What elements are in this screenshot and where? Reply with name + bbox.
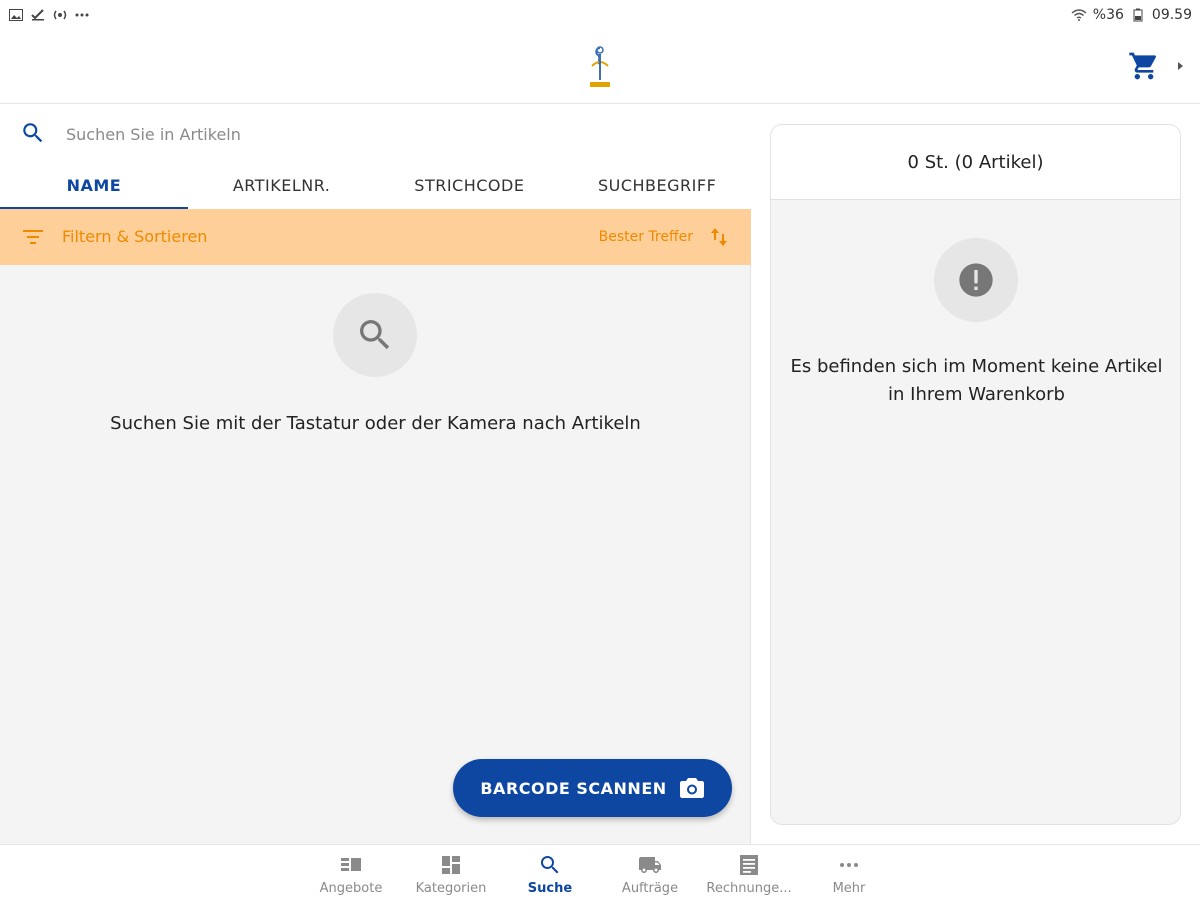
battery-icon [1130,8,1146,22]
search-icon [20,120,46,146]
nav-label: Mehr [832,881,866,896]
filter-sort-bar[interactable]: Filtern & Sortieren Bester Treffer [0,209,751,265]
clock: 09.59 [1151,7,1192,23]
cart-empty-line1: Es befinden sich im Moment keine Artikel [790,356,1163,377]
search-icon [541,856,559,874]
wifi-icon [1071,8,1087,22]
bottom-navigation: Angebote Kategorien Suche Aufträge Rechn… [0,844,1200,900]
search-input[interactable] [56,116,716,152]
search-mode-tabs: NAME ARTIKELNR. STRICHCODE SUCHBEGRIFF [0,162,751,209]
sort-order-label[interactable]: Bester Treffer [599,229,693,245]
nav-label: Kategorien [415,881,487,896]
overflow-notification-icon [74,8,90,22]
nav-label: Rechnunge... [706,881,792,896]
cart-panel: 0 St. (0 Artikel) Es befinden sich im Mo… [770,124,1181,825]
tab-name[interactable]: NAME [0,162,188,209]
nav-item-rechnungen[interactable]: Rechnunge... [699,849,799,899]
tab-strichcode[interactable]: STRICHCODE [376,162,564,209]
tab-suchbegriff[interactable]: SUCHBEGRIFF [563,162,751,209]
nav-label: Aufträge [621,881,679,896]
cart-empty-line2: in Ihrem Warenkorb [888,384,1065,405]
nav-label: Angebote [319,881,383,896]
nav-item-suche[interactable]: Suche [500,849,600,899]
cart-button[interactable] [1128,50,1160,82]
search-empty-state: Suchen Sie mit der Tastatur oder der Kam… [0,265,751,465]
nav-item-angebote[interactable]: Angebote [301,849,401,899]
image-notification-icon [8,8,24,22]
exclamation-icon [959,263,993,297]
nav-item-kategorien[interactable]: Kategorien [401,849,501,899]
cart-icon [1129,52,1157,80]
offers-icon [341,858,361,871]
search-bar [0,104,751,162]
battery-percent: %36 [1092,7,1124,23]
status-bar: %36 09.59 [0,0,1200,30]
categories-icon [442,856,460,874]
chevron-right-icon[interactable] [1174,58,1186,74]
cart-summary: 0 St. (0 Artikel) [771,125,1180,200]
barcode-scan-label: BARCODE SCANNEN [480,778,667,798]
magnifier-icon [360,320,390,350]
company-logo [586,44,614,90]
task-notification-icon [30,8,46,22]
status-right: %36 09.59 [1071,7,1192,23]
truck-icon [639,857,661,873]
broadcast-notification-icon [52,8,68,22]
app-bar [0,30,1200,104]
more-icon [840,863,858,867]
nav-item-mehr[interactable]: Mehr [799,849,899,899]
search-pane: NAME ARTIKELNR. STRICHCODE SUCHBEGRIFF F… [0,104,751,844]
invoice-icon [740,855,758,875]
filter-sort-label[interactable]: Filtern & Sortieren [62,227,207,246]
filter-icon [22,227,44,247]
tab-artikelnr[interactable]: ARTIKELNR. [188,162,376,209]
nav-label: Suche [527,881,573,896]
status-left [8,8,90,22]
nav-item-auftraege[interactable]: Aufträge [600,849,700,899]
search-empty-message: Suchen Sie mit der Tastatur oder der Kam… [110,413,641,434]
cart-empty-message: Es befinden sich im Moment keine Artikel… [771,353,1180,409]
camera-icon [679,778,704,798]
barcode-scan-button[interactable]: BARCODE SCANNEN [453,759,732,817]
sort-icon[interactable] [709,226,729,248]
cart-empty-badge [934,238,1018,322]
empty-search-badge [333,293,417,377]
